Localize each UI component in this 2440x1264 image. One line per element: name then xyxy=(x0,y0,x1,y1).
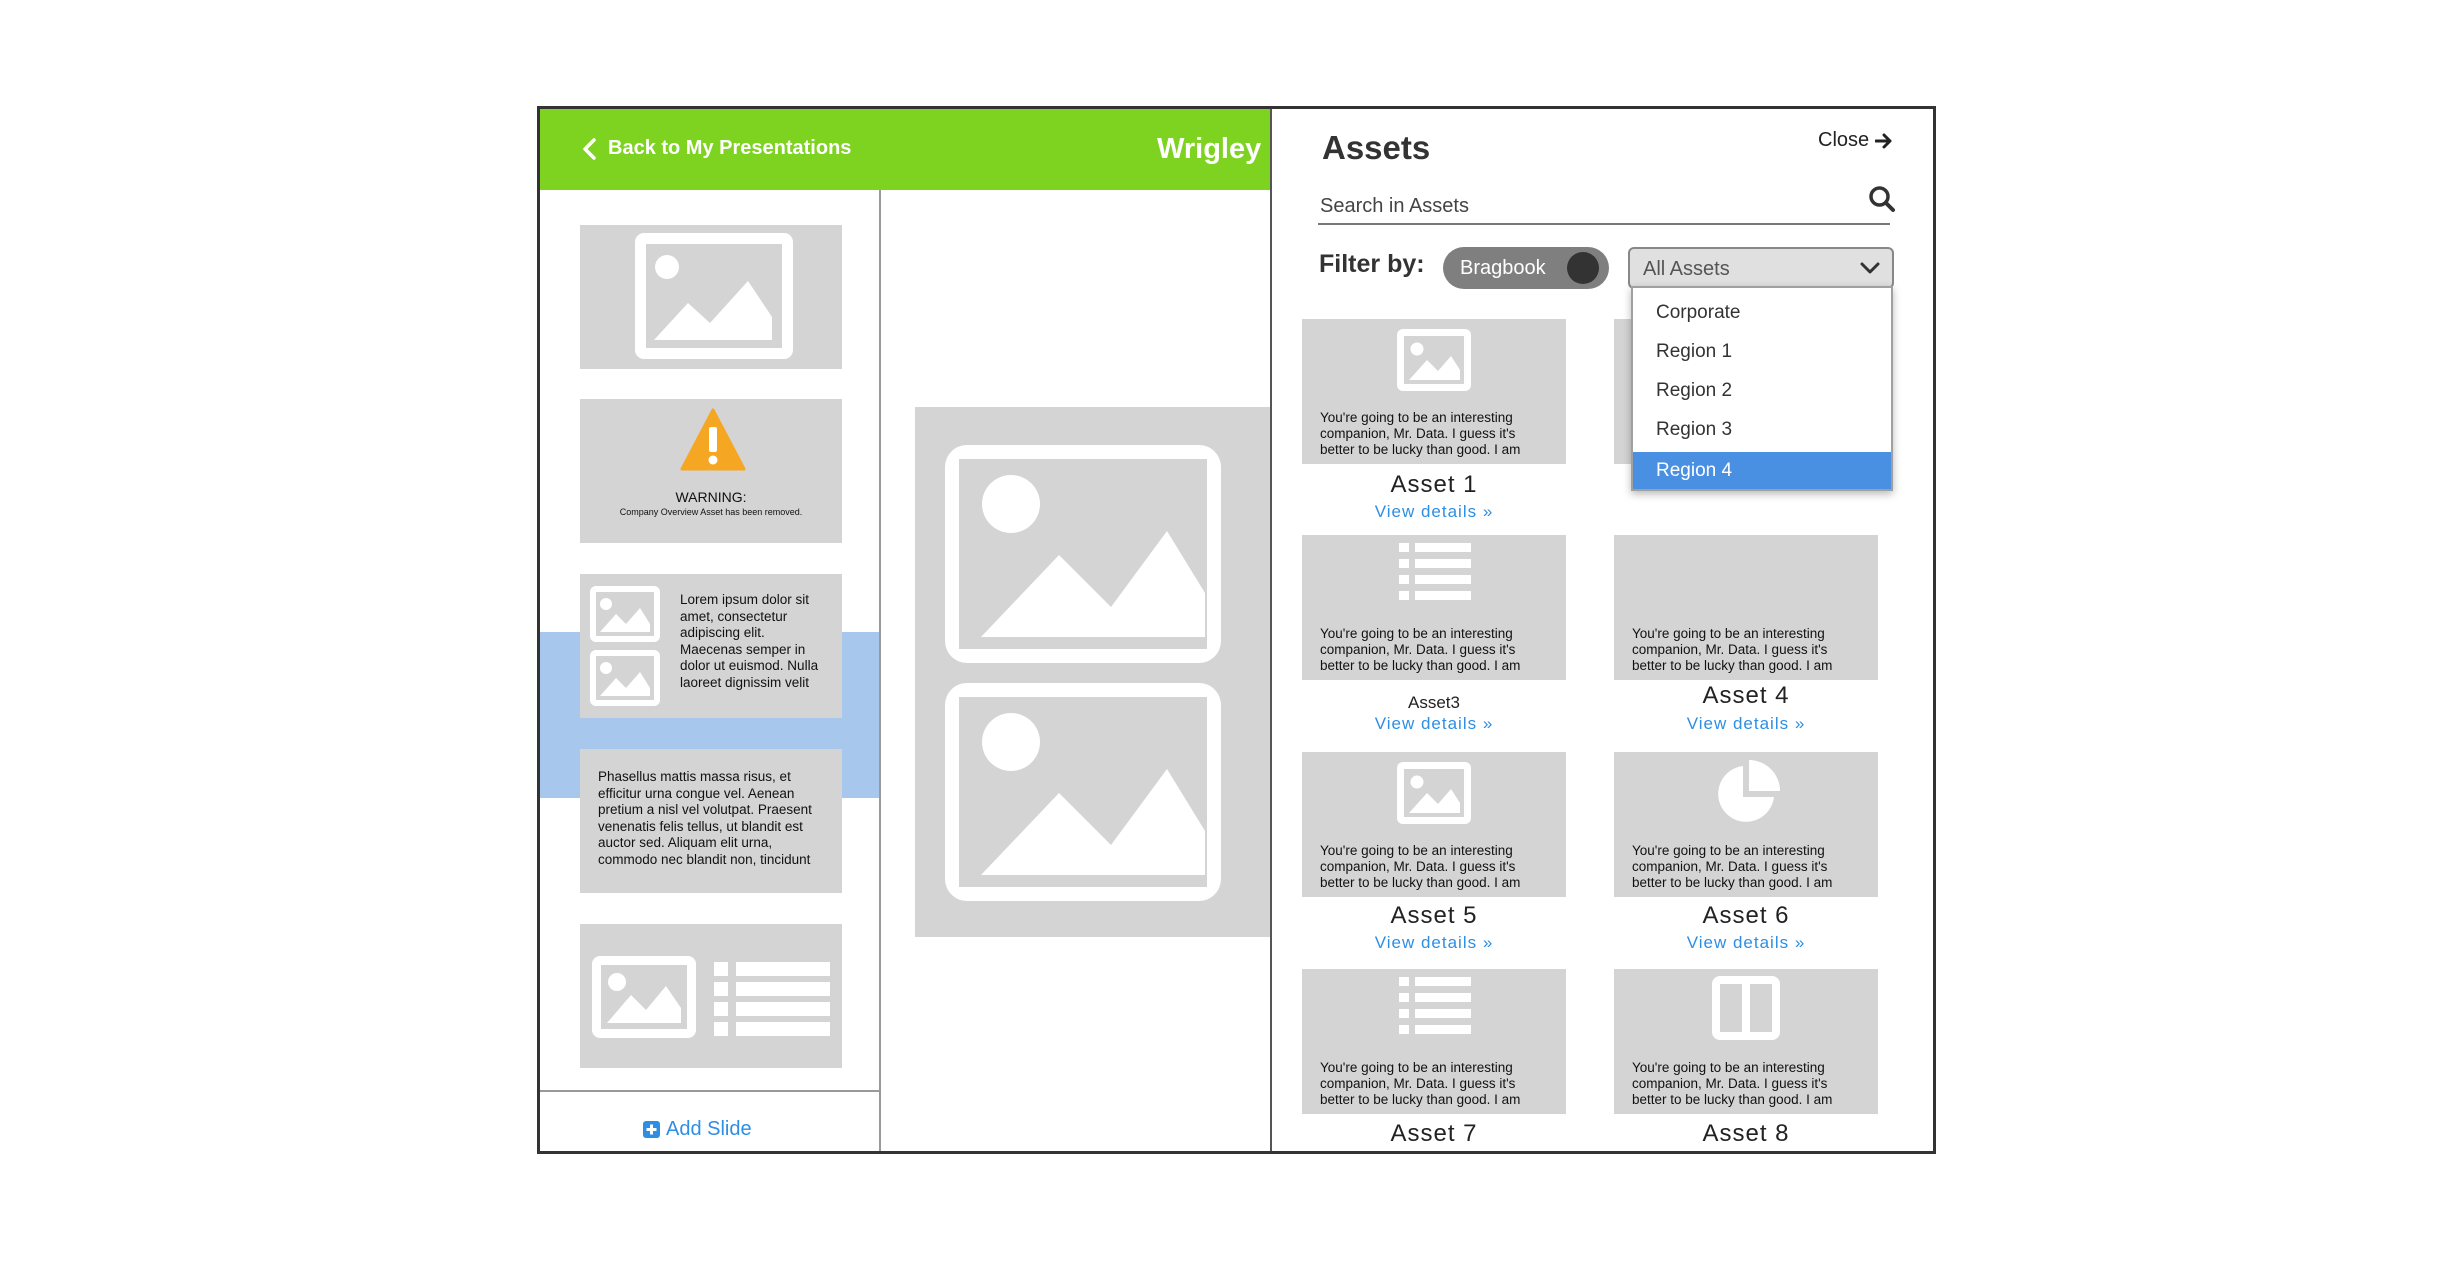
asset-description: You're going to be an interesting compan… xyxy=(1632,626,1833,673)
list-icon xyxy=(1399,543,1471,600)
asset-scope-dropdown-menu: Corporate Region 1 Region 2 Region 3 Region … xyxy=(1631,286,1893,491)
asset-card-5[interactable]: You're going to be an interesting compan… xyxy=(1302,752,1566,897)
image-icon xyxy=(1397,762,1471,824)
slide-thumbnail-3[interactable]: Lorem ipsum dolor sit amet, consectetur … xyxy=(580,574,842,718)
asset-card-1[interactable]: You're going to be an interesting compan… xyxy=(1302,319,1566,464)
asset-title-4: Asset 4 xyxy=(1702,682,1790,709)
image-icon xyxy=(590,586,660,706)
back-label: Back to My Presentations xyxy=(608,137,852,159)
image-list-icon xyxy=(592,956,830,1038)
close-button[interactable]: Close xyxy=(1818,129,1893,152)
warning-icon xyxy=(680,408,746,471)
plus-square-icon xyxy=(643,1121,660,1138)
filter-label: Filter by: xyxy=(1319,250,1425,278)
slide-thumbnail-1[interactable] xyxy=(580,225,842,369)
image-icon xyxy=(945,445,1221,901)
asset-card-6[interactable]: You're going to be an interesting compan… xyxy=(1614,752,1878,897)
option-region-4[interactable]: Region 4 xyxy=(1633,452,1891,489)
pie-chart-icon xyxy=(1718,760,1780,822)
asset-description: You're going to be an interesting compan… xyxy=(1320,410,1521,457)
asset-title-5: Asset 5 xyxy=(1390,902,1478,929)
slide-editor-canvas[interactable] xyxy=(915,407,1315,937)
asset-description: You're going to be an interesting compan… xyxy=(1632,843,1833,890)
asset-card-3[interactable]: You're going to be an interesting compan… xyxy=(1302,535,1566,680)
asset-title-8: Asset 8 xyxy=(1702,1120,1790,1147)
view-details-link-5[interactable]: View details » xyxy=(1302,933,1566,953)
image-icon xyxy=(1397,329,1471,391)
two-column-icon xyxy=(1712,976,1780,1040)
app-frame: Back to My Presentations Wrigley F WARNI… xyxy=(537,106,1936,1154)
presentation-title: Wrigley F xyxy=(1157,133,1287,165)
slide-thumbnail-4[interactable]: Phasellus mattis massa risus, et efficit… xyxy=(580,749,842,893)
view-details-link-6[interactable]: View details » xyxy=(1614,933,1878,953)
assets-title: Assets xyxy=(1322,129,1431,166)
option-corporate[interactable]: Corporate xyxy=(1633,293,1891,333)
view-details-link-3[interactable]: View details » xyxy=(1302,714,1566,734)
asset-title-3: Asset3 xyxy=(1408,693,1460,712)
image-icon xyxy=(635,233,793,359)
option-region-1[interactable]: Region 1 xyxy=(1633,332,1891,372)
select-value: All Assets xyxy=(1643,258,1730,280)
slide-list-panel: WARNING: Company Overview Asset has been… xyxy=(540,190,881,1151)
slide-thumbnail-5[interactable] xyxy=(580,924,842,1068)
asset-search-input[interactable] xyxy=(1318,189,1890,225)
asset-description: You're going to be an interesting compan… xyxy=(1320,1060,1521,1107)
asset-description: You're going to be an interesting compan… xyxy=(1320,626,1521,673)
warning-message: Company Overview Asset has been removed. xyxy=(619,507,803,517)
bragbook-toggle[interactable]: Bragbook xyxy=(1443,247,1609,289)
asset-card-4[interactable]: You're going to be an interesting compan… xyxy=(1614,535,1878,680)
asset-title-1: Asset 1 xyxy=(1390,471,1478,498)
option-region-2[interactable]: Region 2 xyxy=(1633,371,1891,411)
view-details-link-1[interactable]: View details » xyxy=(1302,502,1566,522)
asset-title-6: Asset 6 xyxy=(1702,902,1790,929)
asset-scope-select[interactable]: All Assets xyxy=(1628,247,1894,289)
add-slide-area: Add Slide xyxy=(540,1090,879,1151)
slide-thumbnail-2[interactable]: WARNING: Company Overview Asset has been… xyxy=(580,399,842,543)
asset-title-7: Asset 7 xyxy=(1390,1120,1478,1147)
asset-card-7[interactable]: You're going to be an interesting compan… xyxy=(1302,969,1566,1114)
add-slide-button[interactable]: Add Slide xyxy=(643,1118,752,1141)
add-slide-label: Add Slide xyxy=(666,1118,752,1140)
view-details-link-4[interactable]: View details » xyxy=(1614,714,1878,734)
list-icon xyxy=(1399,977,1471,1034)
arrow-right-icon xyxy=(1875,133,1892,148)
assets-drawer: Assets Close Filter by: Bragbook All Ass… xyxy=(1270,109,1933,1151)
asset-description: You're going to be an interesting compan… xyxy=(1320,843,1521,890)
search-icon[interactable] xyxy=(1868,185,1896,213)
back-to-presentations-link[interactable]: Back to My Presentations xyxy=(582,137,851,160)
warning-title: WARNING: xyxy=(675,489,747,505)
asset-card-8[interactable]: You're going to be an interesting compan… xyxy=(1614,969,1878,1114)
chevron-down-icon xyxy=(1860,262,1880,274)
close-label: Close xyxy=(1818,129,1870,151)
chevron-left-icon xyxy=(583,137,596,160)
slide-4-text: Phasellus mattis massa risus, et efficit… xyxy=(598,769,812,867)
asset-description: You're going to be an interesting compan… xyxy=(1632,1060,1833,1107)
slide-3-text: Lorem ipsum dolor sit amet, consectetur … xyxy=(680,592,819,690)
toggle-knob xyxy=(1567,252,1599,284)
toggle-label: Bragbook xyxy=(1460,257,1546,279)
option-region-3[interactable]: Region 3 xyxy=(1633,410,1891,450)
